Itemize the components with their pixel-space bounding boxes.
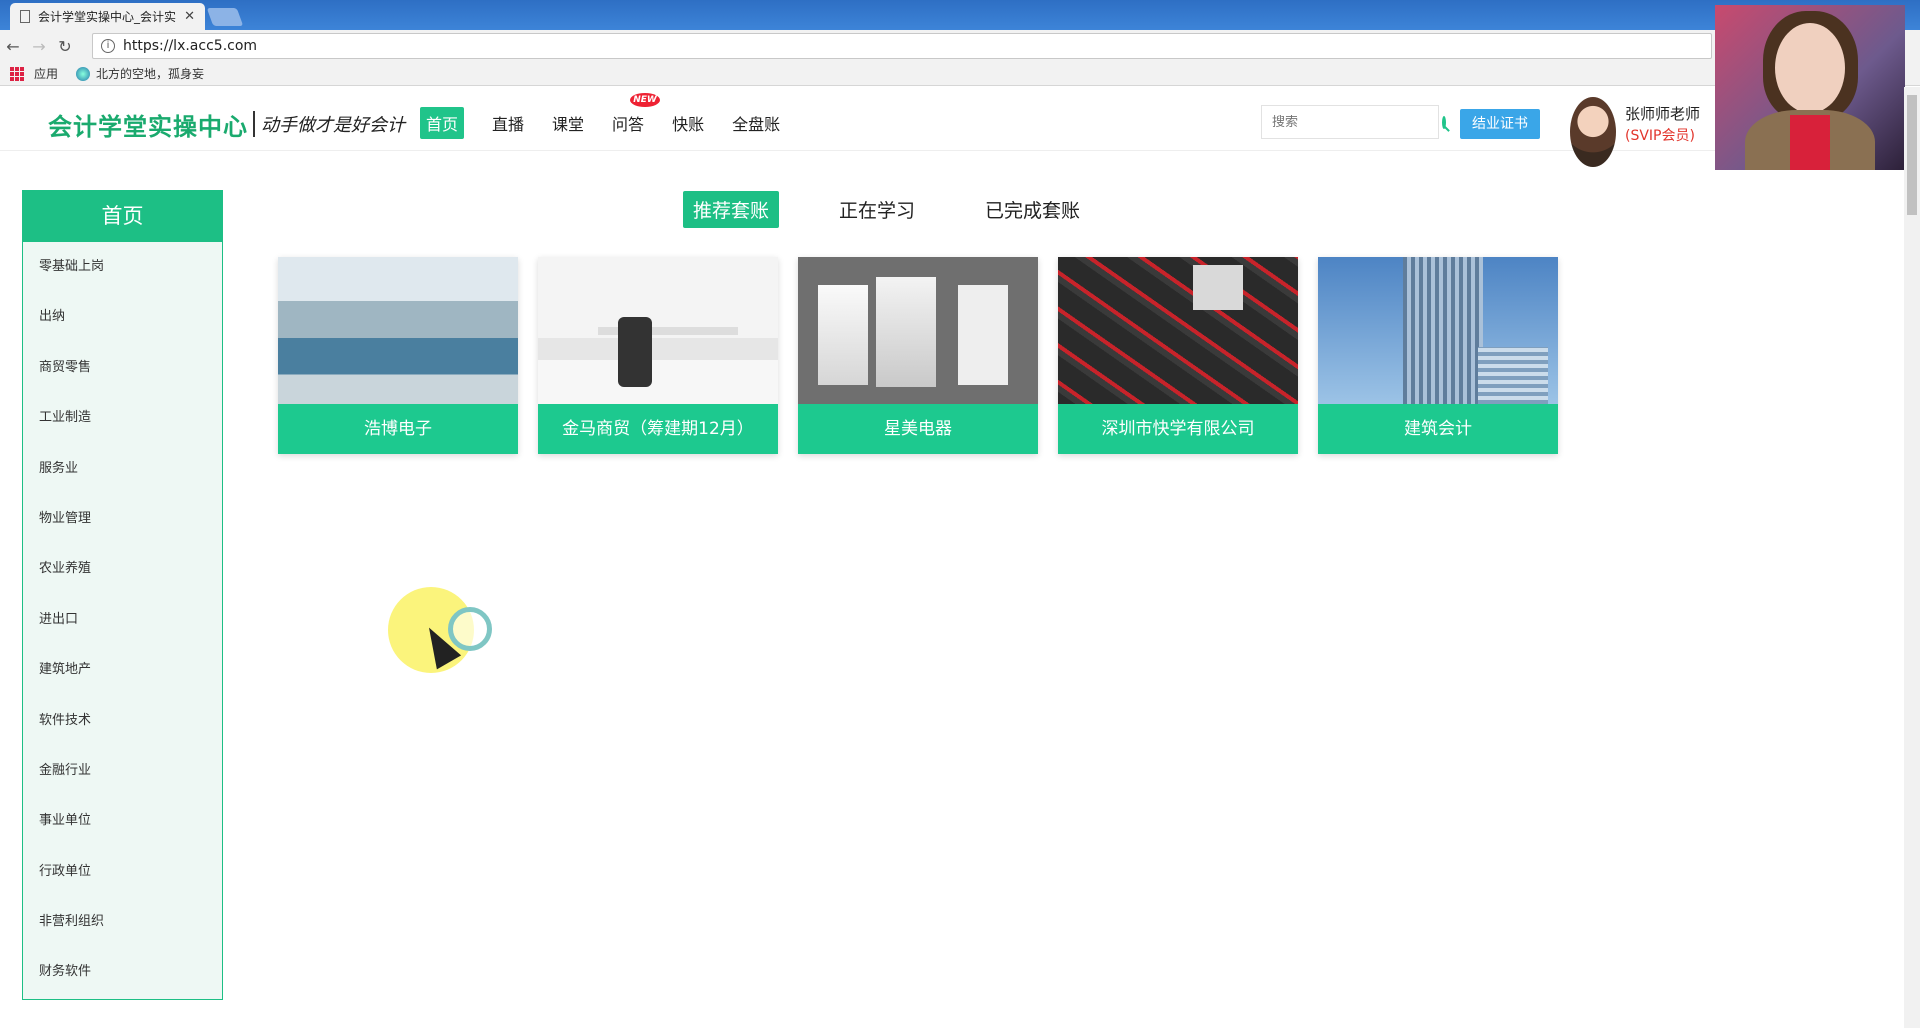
card-image[interactable] [538,257,778,404]
sidebar-title[interactable]: 首页 [23,191,222,242]
main-nav: 首页 直播 课堂 问答 NEW 快账 全盘账 [420,93,808,139]
nav-classroom[interactable]: 课堂 [552,107,584,139]
card-title[interactable]: 浩博电子 [278,404,518,454]
avatar[interactable] [1570,97,1616,167]
forward-icon[interactable]: → [26,37,52,56]
site-header: 会计学堂实操中心 动手做才是好会计 首页 直播 课堂 问答 NEW 快账 全盘账… [0,87,1920,167]
tab-completed[interactable]: 已完成套账 [975,191,1090,228]
nav-qa-label: 问答 [612,115,645,134]
page-icon [20,10,30,23]
account-card[interactable]: 金马商贸（筹建期12月） [538,257,778,454]
sidebar-item[interactable]: 非营利组织 [23,897,222,947]
page-scrollbar[interactable] [1904,87,1920,1028]
url-text[interactable]: https://lx.acc5.com [123,38,257,54]
nav-home[interactable]: 首页 [420,107,465,139]
sidebar-item[interactable]: 工业制造 [23,393,222,443]
sidebar-item[interactable]: 事业单位 [23,796,222,846]
close-tab-icon[interactable]: ✕ [184,9,195,24]
apps-grid-icon[interactable] [10,66,24,81]
certificate-button[interactable]: 结业证书 [1460,109,1540,139]
account-card[interactable]: 浩博电子 [278,257,518,454]
site-logo[interactable]: 会计学堂实操中心 [48,107,248,142]
account-card[interactable]: 建筑会计 [1318,257,1558,454]
scrollbar-thumb[interactable] [1907,95,1917,215]
sidebar-item[interactable]: 商贸零售 [23,343,222,393]
account-card[interactable]: 深圳市快学有限公司 [1058,257,1298,454]
bookmark-label: 北方的空地，孤身妄 [96,67,205,81]
sidebar-item[interactable]: 行政单位 [23,847,222,897]
card-title[interactable]: 星美电器 [798,404,1038,454]
new-badge: NEW [630,93,661,107]
sidebar-item[interactable]: 财务软件 [23,947,222,997]
card-image[interactable] [278,257,518,404]
globe-icon [76,66,91,81]
tab-learning[interactable]: 正在学习 [829,191,925,228]
back-icon[interactable]: ← [0,37,26,56]
sidebar-item[interactable]: 进出口 [23,595,222,645]
info-icon[interactable]: i [101,39,115,53]
card-title[interactable]: 金马商贸（筹建期12月） [538,404,778,454]
bookmark-apps[interactable]: 应用 [34,65,58,82]
card-title[interactable]: 深圳市快学有限公司 [1058,404,1298,454]
account-tabs: 推荐套账 正在学习 已完成套账 [683,191,1140,228]
search-input[interactable] [1272,114,1442,130]
search-box [1261,105,1446,139]
nav-quick-accounts[interactable]: 快账 [672,107,704,139]
nav-live[interactable]: 直播 [492,107,524,139]
user-level: (SVIP会员) [1625,128,1695,144]
tab-recommended[interactable]: 推荐套账 [683,191,780,228]
browser-toolbar: ← → ↻ i https://lx.acc5.com [0,30,1920,62]
webcam-overlay [1715,5,1905,170]
reload-icon[interactable]: ↻ [52,37,78,56]
card-image[interactable] [1058,257,1298,404]
card-image[interactable] [1318,257,1558,404]
sidebar-item[interactable]: 零基础上岗 [23,242,222,292]
new-tab-button[interactable] [206,8,244,26]
user-name[interactable]: 张师师老师 [1625,103,1700,124]
search-icon[interactable] [1442,115,1446,129]
site-slogan: 动手做才是好会计 [253,111,405,137]
bookmarks-bar: 应用 北方的空地，孤身妄 [0,62,1920,86]
sidebar-item[interactable]: 金融行业 [23,746,222,796]
sidebar-item[interactable]: 软件技术 [23,696,222,746]
card-image[interactable] [798,257,1038,404]
card-title[interactable]: 建筑会计 [1318,404,1558,454]
sidebar-item[interactable]: 出纳 [23,292,222,342]
category-sidebar: 首页 零基础上岗 出纳 商贸零售 工业制造 服务业 物业管理 农业养殖 进出口 … [22,190,223,1000]
bookmark-item[interactable]: 北方的空地，孤身妄 [76,65,204,82]
account-card[interactable]: 星美电器 [798,257,1038,454]
browser-tab[interactable]: 会计学堂实操中心_会计实 ✕ [10,3,205,30]
browser-tabstrip: 会计学堂实操中心_会计实 ✕ [0,0,1920,30]
sidebar-item[interactable]: 服务业 [23,444,222,494]
tab-title: 会计学堂实操中心_会计实 [38,10,177,24]
sidebar-item[interactable]: 物业管理 [23,494,222,544]
account-card-list: 浩博电子 金马商贸（筹建期12月） 星美电器 深圳市快学有限公司 建筑会计 [278,257,1578,454]
address-bar[interactable]: i https://lx.acc5.com [92,33,1712,59]
sidebar-item[interactable]: 农业养殖 [23,544,222,594]
sidebar-item[interactable]: 建筑地产 [23,645,222,695]
nav-qa[interactable]: 问答 NEW [612,93,661,139]
nav-full-accounts[interactable]: 全盘账 [732,107,780,139]
